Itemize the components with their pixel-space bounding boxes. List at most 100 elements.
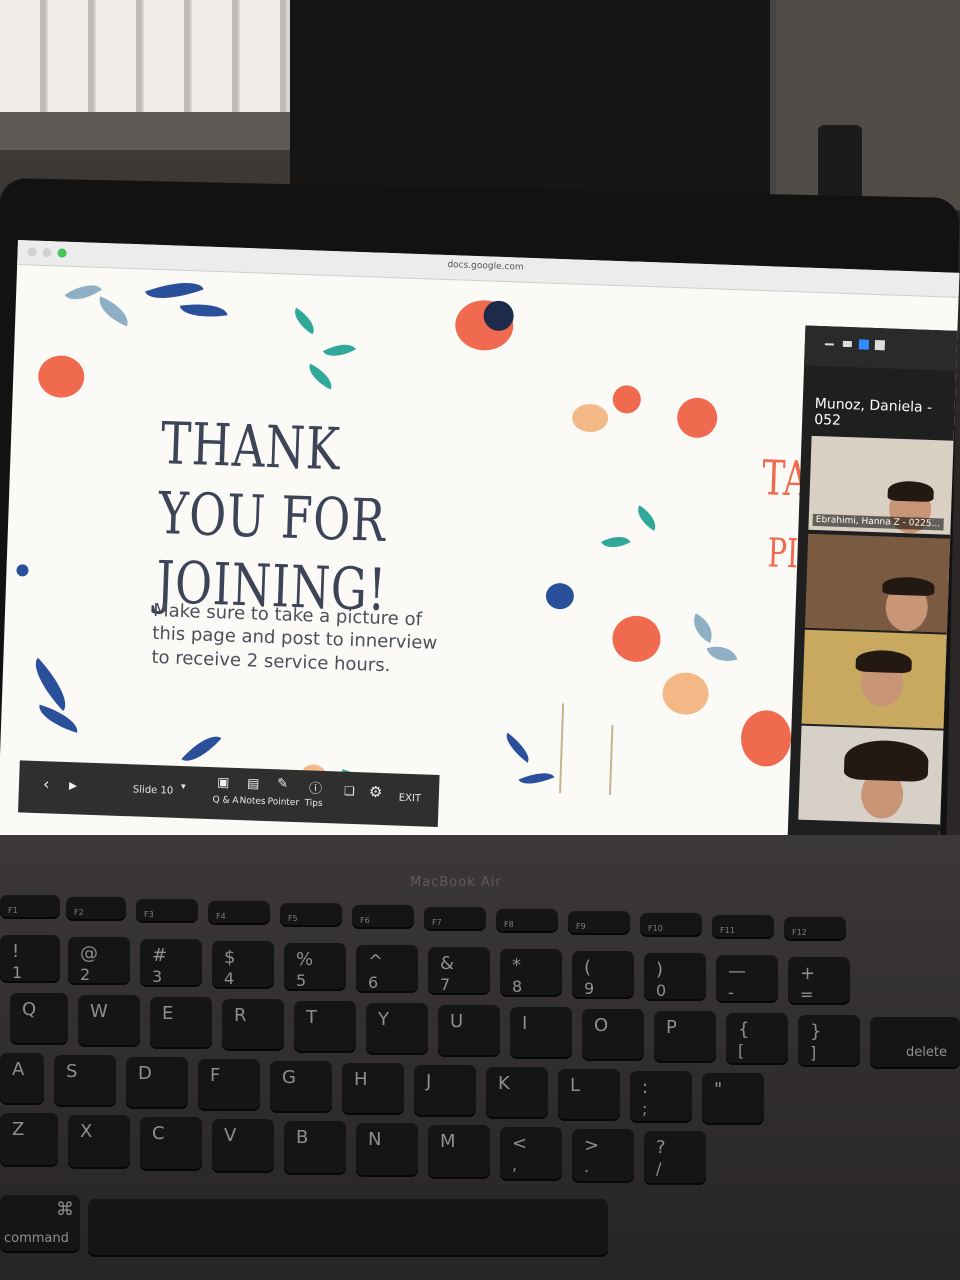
keyboard-key[interactable]: O: [582, 1009, 644, 1061]
keyboard-key[interactable]: F4: [208, 901, 270, 925]
keyboard-key[interactable]: Y: [366, 1003, 428, 1055]
keyboard-key[interactable]: U: [438, 1005, 500, 1057]
keyboard-key[interactable]: B: [284, 1121, 346, 1175]
key-label: /: [656, 1159, 662, 1178]
keyboard-key[interactable]: >.: [572, 1129, 634, 1183]
keyboard-key[interactable]: <,: [500, 1127, 562, 1181]
key-label: D: [138, 1063, 152, 1084]
keyboard-key[interactable]: C: [140, 1117, 202, 1171]
list-view-icon[interactable]: [858, 339, 870, 350]
single-speaker-view-icon[interactable]: [842, 340, 852, 348]
participant-tile[interactable]: [801, 629, 947, 729]
key-label: J: [426, 1071, 432, 1092]
minimize-icon[interactable]: [824, 343, 834, 346]
key-label: F: [210, 1065, 221, 1086]
key-label: B: [296, 1127, 309, 1148]
keyboard-key[interactable]: F: [198, 1059, 260, 1111]
keyboard-key[interactable]: #3: [140, 939, 202, 987]
keyboard-key[interactable]: F6: [352, 905, 414, 929]
keyboard-key[interactable]: M: [428, 1125, 490, 1179]
keyboard-key[interactable]: T: [294, 1001, 356, 1053]
keyboard-key[interactable]: J: [414, 1065, 476, 1117]
keyboard-key[interactable]: ) 0: [644, 953, 706, 1001]
keyboard-key[interactable]: }]: [798, 1015, 860, 1067]
window-close-dot[interactable]: [27, 247, 37, 257]
notes-icon[interactable]: ▤: [247, 776, 260, 791]
keyboard-key[interactable]: F5: [280, 903, 342, 927]
keyboard-key[interactable]: S: [54, 1055, 116, 1107]
keyboard-key[interactable]: P: [654, 1011, 716, 1063]
keyboard-key[interactable]: N: [356, 1123, 418, 1177]
laptop-brand-label: MacBook Air: [410, 875, 502, 890]
keyboard-key[interactable]: E: [150, 997, 212, 1049]
room-background: [0, 0, 960, 210]
keyboard-key[interactable]: {[: [726, 1013, 788, 1065]
slide-selector[interactable]: Slide 10: [133, 784, 174, 796]
keyboard-key[interactable]: :;: [630, 1071, 692, 1123]
tips-icon[interactable]: ⓘ: [309, 777, 323, 796]
keyboard-key[interactable]: V: [212, 1119, 274, 1173]
keyboard-key[interactable]: A: [0, 1053, 44, 1105]
participant-tile[interactable]: Ebrahimi, Hanna Z - 0225...: [808, 435, 954, 535]
window-minimize-dot[interactable]: [42, 247, 52, 258]
fullscreen-exit-icon[interactable]: ❑: [344, 784, 355, 798]
keyboard-key[interactable]: K: [486, 1067, 548, 1119]
keyboard-key[interactable]: $4: [212, 941, 274, 989]
keyboard-key[interactable]: [88, 1199, 608, 1257]
keyboard-key[interactable]: R: [222, 999, 284, 1051]
pointer-icon[interactable]: ✎: [277, 776, 288, 791]
prev-slide-icon[interactable]: ‹: [43, 774, 50, 793]
keyboard-key[interactable]: G: [270, 1061, 332, 1113]
key-label: F8: [504, 920, 514, 929]
keyboard-key[interactable]: F12: [784, 917, 846, 941]
keyboard-key[interactable]: & 7: [428, 947, 490, 995]
exit-button[interactable]: EXIT: [399, 793, 422, 805]
keyboard-key[interactable]: Q: [10, 993, 68, 1045]
keyboard-key[interactable]: F3: [136, 899, 198, 923]
keyboard-key[interactable]: F9: [568, 911, 630, 935]
keyboard-key[interactable]: % 5: [284, 943, 346, 991]
keyboard-key[interactable]: ⌘ command: [0, 1195, 80, 1253]
key-label: [: [738, 1041, 745, 1060]
keyboard-key[interactable]: F11: [712, 915, 774, 939]
key-label: F3: [144, 910, 154, 919]
keyboard-key[interactable]: F2: [66, 897, 126, 921]
next-slide-icon[interactable]: ▸: [69, 775, 78, 794]
keyboard-key[interactable]: ^ 6: [356, 945, 418, 993]
keyboard-key[interactable]: X: [68, 1115, 130, 1169]
keyboard-key[interactable]: ": [702, 1073, 764, 1125]
keyboard-key[interactable]: I: [510, 1007, 572, 1059]
keyboard-key[interactable]: F1: [0, 895, 60, 919]
settings-gear-icon[interactable]: ⚙: [369, 783, 383, 801]
key-label: O: [594, 1015, 609, 1036]
window-zoom-dot[interactable]: [57, 248, 67, 258]
keyboard-key[interactable]: + =: [788, 957, 850, 1005]
keyboard-key[interactable]: F10: [640, 913, 702, 937]
laptop-keyboard: F1 F2 F3 F4 F5 F6 F7 F8 F9 F10 F11 F12 !…: [0, 895, 960, 1280]
participant-tile[interactable]: [804, 533, 951, 633]
keyboard-key[interactable]: ? /: [644, 1131, 706, 1185]
keyboard-key[interactable]: W: [78, 995, 140, 1047]
keyboard-key[interactable]: * 8: [500, 949, 562, 997]
gallery-view-icon[interactable]: [874, 339, 886, 351]
keyboard-key[interactable]: F8: [496, 909, 558, 933]
keyboard-key[interactable]: — -: [716, 955, 778, 1003]
keyboard-key[interactable]: (9: [572, 951, 634, 999]
keyboard-key[interactable]: Z: [0, 1113, 58, 1167]
key-label: H: [354, 1069, 368, 1090]
dropdown-chevron-icon[interactable]: ▾: [181, 782, 186, 792]
key-label: Y: [378, 1009, 389, 1030]
participant-tile[interactable]: [798, 725, 944, 825]
keyboard-key[interactable]: @2: [68, 937, 130, 985]
keyboard-key[interactable]: F7: [424, 907, 486, 931]
keyboard-key[interactable]: D: [126, 1057, 188, 1109]
keyboard-key[interactable]: delete: [870, 1017, 960, 1069]
qa-icon[interactable]: ▣: [217, 775, 230, 790]
browser-url[interactable]: docs.google.com: [447, 260, 524, 273]
wall: [776, 0, 960, 210]
keyboard-key[interactable]: ! 1: [0, 935, 60, 983]
key-label: F7: [432, 918, 442, 927]
keyboard-key[interactable]: L: [558, 1069, 620, 1121]
slide-edge-text-2: PI: [766, 530, 800, 578]
keyboard-key[interactable]: H: [342, 1063, 404, 1115]
